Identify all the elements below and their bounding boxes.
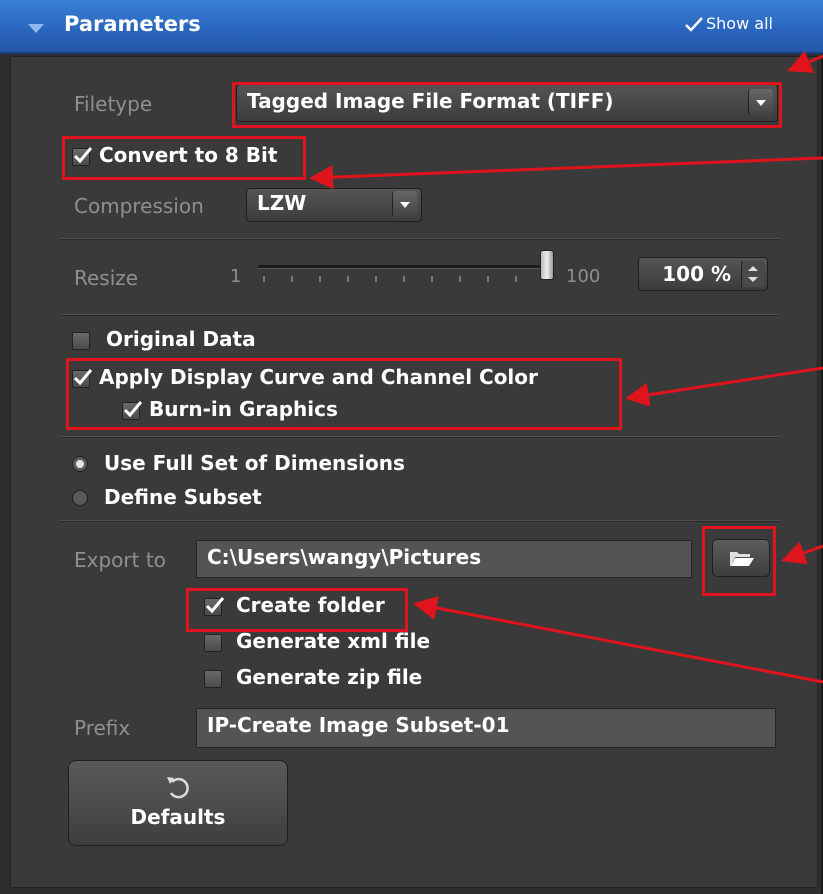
filetype-value: Tagged Image File Format (TIFF) <box>247 89 614 113</box>
resize-slider-handle[interactable] <box>540 250 554 280</box>
defaults-label: Defaults <box>130 805 226 829</box>
chevron-down-icon[interactable] <box>748 89 773 115</box>
reset-icon <box>167 777 189 799</box>
compression-value: LZW <box>257 191 307 215</box>
panel-header[interactable]: Parameters Show all <box>0 0 823 54</box>
create-folder-checkbox[interactable] <box>204 597 225 616</box>
apply-display-checkbox[interactable] <box>72 369 93 388</box>
panel-title: Parameters <box>64 12 201 36</box>
full-set-radio[interactable] <box>72 456 88 472</box>
generate-zip-label: Generate zip file <box>236 665 423 689</box>
subset-label: Define Subset <box>104 485 262 509</box>
compression-label: Compression <box>74 194 204 218</box>
generate-zip-checkbox[interactable] <box>204 670 222 688</box>
resize-min: 1 <box>230 266 242 287</box>
slider-ticks <box>263 276 517 282</box>
divider <box>60 238 780 240</box>
checkmark-icon <box>123 401 143 418</box>
create-folder-label: Create folder <box>236 593 385 617</box>
generate-xml-label: Generate xml file <box>236 629 431 653</box>
prefix-label: Prefix <box>74 716 131 740</box>
checkmark-icon <box>685 17 703 32</box>
spin-arrows-icon[interactable] <box>741 261 764 287</box>
convert-8bit-label: Convert to 8 Bit <box>99 143 278 167</box>
show-all-toggle[interactable]: Show all <box>706 14 773 33</box>
prefix-value: IP-Create Image Subset-01 <box>207 713 510 737</box>
export-path-input[interactable]: C:\Users\wangy\Pictures <box>196 540 692 578</box>
divider <box>60 436 780 438</box>
apply-display-label: Apply Display Curve and Channel Color <box>99 365 538 389</box>
full-set-label: Use Full Set of Dimensions <box>104 451 405 475</box>
resize-max: 100 <box>566 266 601 287</box>
folder-open-icon <box>730 552 754 566</box>
divider <box>60 314 780 316</box>
collapse-arrow-icon[interactable] <box>28 24 44 33</box>
checkmark-icon <box>205 597 225 614</box>
original-data-label: Original Data <box>106 327 256 351</box>
original-data-checkbox[interactable] <box>72 332 90 350</box>
burn-in-label: Burn-in Graphics <box>149 397 338 421</box>
generate-xml-checkbox[interactable] <box>204 634 222 652</box>
checkmark-icon <box>73 369 93 386</box>
parameters-panel: Parameters Show all Filetype Tagged Imag… <box>0 0 823 894</box>
resize-spinbox[interactable]: 100 % <box>638 257 768 291</box>
defaults-button[interactable]: Defaults <box>68 760 288 846</box>
filetype-select[interactable]: Tagged Image File Format (TIFF) <box>236 84 778 122</box>
chevron-down-icon[interactable] <box>392 191 417 217</box>
resize-label: Resize <box>74 266 139 290</box>
burn-in-checkbox[interactable] <box>122 401 143 420</box>
filetype-label: Filetype <box>74 92 153 116</box>
resize-slider-track[interactable] <box>258 265 550 269</box>
export-path-value: C:\Users\wangy\Pictures <box>207 545 482 569</box>
checkmark-icon <box>73 147 93 164</box>
compression-select[interactable]: LZW <box>246 188 422 222</box>
subset-radio[interactable] <box>72 490 88 506</box>
convert-8bit-checkbox[interactable] <box>72 147 93 166</box>
browse-folder-button[interactable] <box>712 539 770 577</box>
export-label: Export to <box>74 548 166 572</box>
prefix-input[interactable]: IP-Create Image Subset-01 <box>196 708 776 748</box>
divider <box>60 520 780 522</box>
resize-value: 100 % <box>662 262 731 286</box>
